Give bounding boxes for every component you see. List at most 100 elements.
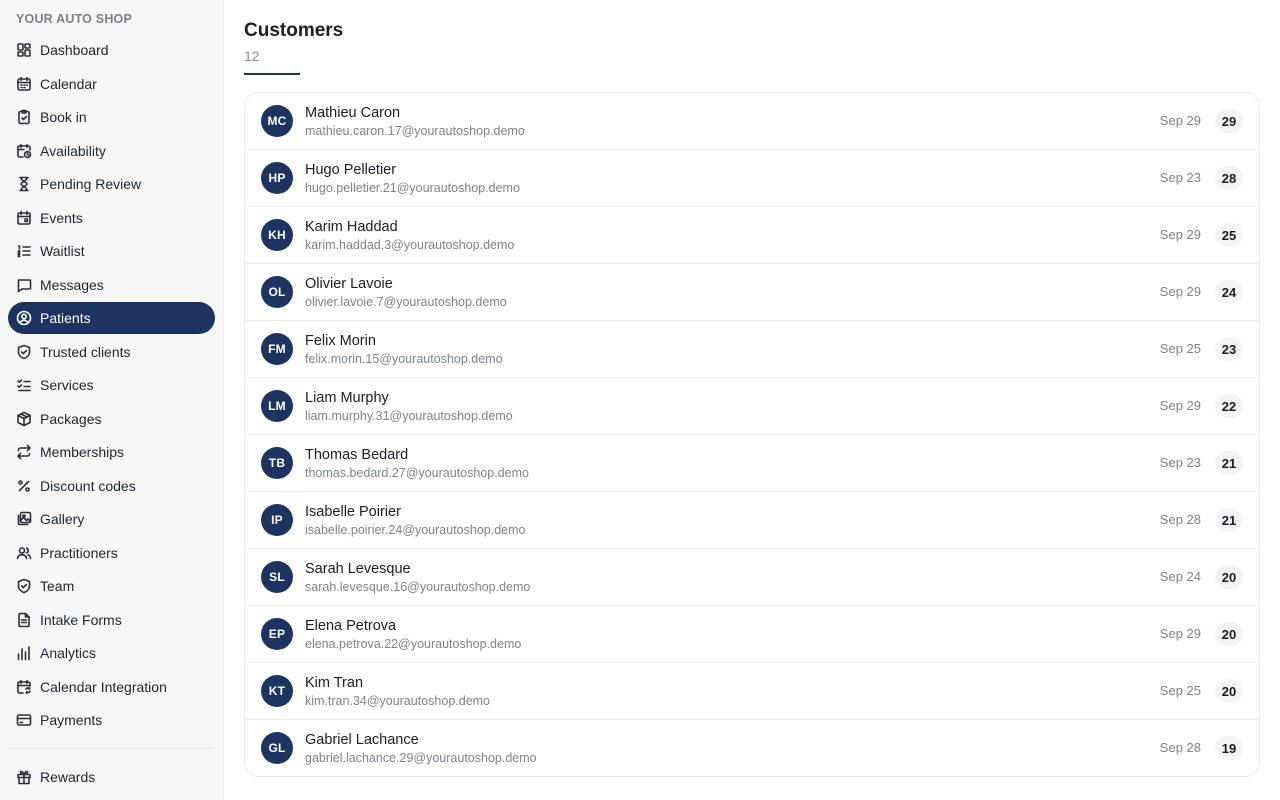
customer-row[interactable]: IP Isabelle Poirier isabelle.poirier.24@yo… [245, 492, 1259, 549]
customer-info: Thomas Bedard thomas.bedard.27@yourautosh… [305, 447, 529, 481]
customer-name: Sarah Levesque [305, 561, 411, 577]
customer-list: MC Mathieu Caron mathieu.caron.17@yourauto… [244, 92, 1260, 777]
sidebar-item-messages[interactable]: Messages [8, 269, 215, 301]
avatar: LM [261, 390, 293, 422]
customer-info: Sarah Levesque sarah.levesque.16@yourauto… [305, 561, 530, 595]
sidebar-item-packages[interactable]: Packages [8, 403, 215, 435]
visit-count-badge: 20 [1215, 679, 1243, 703]
user-circle-icon [16, 310, 32, 326]
app: YOUR AUTO SHOP Dashboard Calendar Book in A… [0, 0, 1280, 800]
sidebar-item-trusted-clients[interactable]: Trusted clients [8, 336, 215, 368]
customer-row[interactable]: SL Sarah Levesque sarah.levesque.16@yourau… [245, 549, 1259, 606]
customer-name: Hugo Pelletier [305, 162, 397, 178]
sidebar-item-events[interactable]: Events [8, 202, 215, 234]
sidebar-item-pending-review[interactable]: Pending Review [8, 168, 215, 200]
sidebar-item-practitioners[interactable]: Practitioners [8, 537, 215, 569]
sidebar-item-patients[interactable]: Patients [8, 302, 215, 334]
active-tab-indicator [244, 73, 300, 75]
customer-row[interactable]: KT Kim Tran kim.tran.34@yourautoshop.demo S… [245, 663, 1259, 720]
shield-icon [16, 578, 32, 594]
visit-count-badge: 21 [1215, 451, 1243, 475]
hourglass-icon [16, 176, 32, 192]
avatar: HP [261, 162, 293, 194]
sidebar-item-label: Discount codes [40, 477, 136, 494]
sidebar-item-label: Availability [40, 142, 106, 159]
sidebar-item-label: Packages [40, 410, 102, 427]
gallery-icon [16, 511, 32, 527]
sidebar-item-dashboard[interactable]: Dashboard [8, 34, 215, 66]
sidebar-item-memberships[interactable]: Memberships [8, 436, 215, 468]
visit-count-badge: 29 [1215, 109, 1243, 133]
package-icon [16, 411, 32, 427]
sidebar-item-services[interactable]: Services [8, 369, 215, 401]
avatar: SL [261, 561, 293, 593]
customer-row[interactable]: EP Elena Petrova elena.petrova.22@yourauto… [245, 606, 1259, 663]
customer-row[interactable]: LM Liam Murphy liam.murphy.31@yourautoshop… [245, 378, 1259, 435]
sidebar-item-label: Practitioners [40, 544, 118, 561]
customer-info: Olivier Lavoie olivier.lavoie.7@yourautos… [305, 276, 507, 310]
customer-row[interactable]: HP Hugo Pelletier hugo.pelletier.21@yourau… [245, 150, 1259, 207]
sidebar-item-label: Dashboard [40, 42, 109, 58]
sidebar: YOUR AUTO SHOP Dashboard Calendar Book in A… [0, 0, 224, 800]
customer-email: liam.murphy.31@yourautoshop.demo [305, 409, 513, 423]
sidebar-item-team[interactable]: Team [8, 570, 215, 602]
sidebar-item-label: Services [40, 377, 94, 393]
last-visit-date: Sep 24 [1159, 569, 1201, 584]
customer-info: Kim Tran kim.tran.34@yourautoshop.demo [305, 675, 490, 709]
last-visit-date: Sep 25 [1159, 341, 1201, 356]
visit-count-badge: 20 [1215, 565, 1243, 589]
sidebar-item-label: Intake Forms [40, 611, 122, 628]
sidebar-item-availability[interactable]: Availability [8, 135, 215, 167]
sidebar-item-waitlist[interactable]: Waitlist [8, 235, 215, 267]
customer-row[interactable]: GL Gabriel Lachance gabriel.lachance.29@yo… [245, 720, 1259, 776]
sidebar-item-discount-codes[interactable]: Discount codes [8, 470, 215, 502]
sidebar-item-calendar[interactable]: Calendar [8, 68, 215, 100]
visit-count-badge: 20 [1215, 622, 1243, 646]
last-visit-date: Sep 25 [1159, 683, 1201, 698]
customer-email: gabriel.lachance.29@yourautoshop.demo [305, 751, 537, 765]
visit-count-badge: 28 [1215, 166, 1243, 190]
customer-info: Elena Petrova elena.petrova.22@yourautosh… [305, 618, 521, 652]
sidebar-item-payments[interactable]: Payments [8, 704, 215, 736]
customer-name: Elena Petrova [305, 618, 397, 634]
customer-email: thomas.bedard.27@yourautoshop.demo [305, 466, 529, 480]
avatar: KH [261, 219, 293, 251]
customer-row[interactable]: TB Thomas Bedard thomas.bedard.27@yourauto… [245, 435, 1259, 492]
customer-name: Olivier Lavoie [305, 276, 393, 292]
sidebar-item-book-in[interactable]: Book in [8, 101, 215, 133]
customer-info: Felix Morin felix.morin.15@yourautoshop.d… [305, 333, 503, 367]
calendar-sync-icon [16, 679, 32, 695]
avatar: KT [261, 675, 293, 707]
customer-info: Hugo Pelletier hugo.pelletier.21@yourauto… [305, 162, 520, 196]
customer-count[interactable]: 12 [244, 48, 260, 64]
customer-row[interactable]: MC Mathieu Caron mathieu.caron.17@yourauto… [245, 93, 1259, 150]
sidebar-item-gallery[interactable]: Gallery [8, 503, 215, 535]
sidebar-item-rewards[interactable]: Rewards [8, 761, 215, 793]
sidebar-item-label: Analytics [40, 645, 97, 661]
sidebar-item-label: Patients [40, 310, 91, 326]
customer-name: Mathieu Caron [305, 105, 401, 121]
last-visit-date: Sep 29 [1159, 113, 1201, 128]
customer-info: Gabriel Lachance gabriel.lachance.29@your… [305, 732, 537, 766]
bar-chart-icon [16, 645, 32, 661]
sidebar-item-analytics[interactable]: Analytics [8, 637, 215, 669]
shield-check-icon [16, 344, 32, 360]
sidebar-item-intake-forms[interactable]: Intake Forms [8, 604, 215, 636]
customer-info: Isabelle Poirier isabelle.poirier.24@your… [305, 504, 525, 538]
sidebar-item-label: Pending Review [40, 176, 142, 192]
customer-row[interactable]: KH Karim Haddad karim.haddad.3@yourautosho… [245, 207, 1259, 264]
sidebar-item-label: Trusted clients [40, 343, 131, 360]
sidebar-item-label: Events [40, 209, 83, 226]
calendar-icon [16, 76, 32, 92]
visit-count-badge: 22 [1215, 394, 1243, 418]
customer-row[interactable]: OL Olivier Lavoie olivier.lavoie.7@youraut… [245, 264, 1259, 321]
calendar-clock-icon [16, 143, 32, 159]
last-visit-date: Sep 29 [1159, 398, 1201, 413]
sidebar-item-label: Gallery [40, 511, 85, 527]
sidebar-item-calendar-integration[interactable]: Calendar Integration [8, 671, 215, 703]
avatar: FM [261, 333, 293, 365]
customer-email: olivier.lavoie.7@yourautoshop.demo [305, 295, 507, 309]
customer-row[interactable]: FM Felix Morin felix.morin.15@yourautoshop… [245, 321, 1259, 378]
sidebar-nav: Dashboard Calendar Book in Availability Pend… [8, 34, 215, 795]
visit-count-badge: 24 [1215, 280, 1243, 304]
